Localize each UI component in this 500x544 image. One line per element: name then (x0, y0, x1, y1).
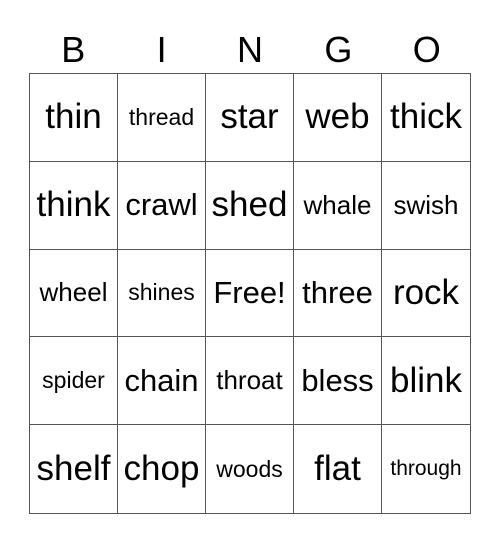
bingo-cell: whale (294, 161, 382, 250)
header-letter-g: G (324, 29, 353, 70)
header-letter-i: I (156, 29, 167, 70)
bingo-cell: crawl (118, 161, 206, 250)
bingo-cell: web (294, 74, 382, 162)
header-letter-n: N (236, 29, 263, 70)
bingo-cell: blink (382, 337, 470, 426)
bingo-cell: through (390, 457, 462, 481)
bingo-cell: shelf (30, 425, 118, 513)
bingo-cell: three (294, 249, 382, 338)
bingo-cell: thick (382, 74, 470, 162)
free-space: Free! (206, 249, 294, 338)
bingo-cell: chop (118, 425, 206, 513)
bingo-cell: chain (118, 337, 206, 426)
bingo-cell: rock (382, 250, 470, 338)
bingo-cell: shed (206, 161, 294, 250)
header-letter-b: B (61, 29, 86, 70)
bingo-cell: thread (118, 74, 206, 162)
bingo-cell: shines (118, 249, 206, 338)
bingo-cell: throat (206, 337, 294, 426)
header-letter-o: O (412, 29, 441, 70)
bingo-cell: thin (30, 74, 118, 162)
bingo-cell: spider (30, 337, 118, 426)
bingo-grid: thin thread star web thick think crawl s… (29, 73, 471, 514)
bingo-cell: bless (294, 337, 382, 426)
bingo-cell: flat (294, 425, 382, 513)
bingo-cell: woods (206, 425, 294, 513)
bingo-cell: star (206, 74, 294, 162)
bingo-header: B I N G O (29, 26, 471, 74)
bingo-cell: think (30, 161, 118, 250)
bingo-cell: swish (382, 162, 470, 250)
bingo-cell: wheel (30, 249, 118, 338)
